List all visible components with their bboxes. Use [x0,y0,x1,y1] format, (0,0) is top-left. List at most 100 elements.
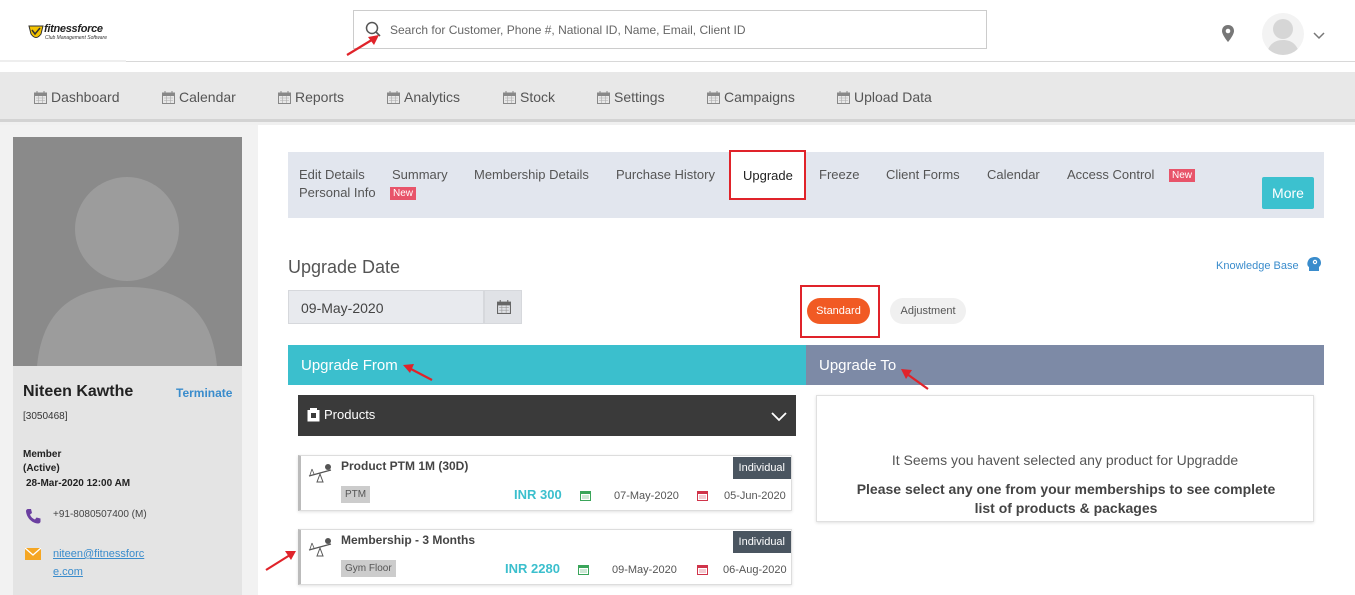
upgrade-date-value: 09-May-2020 [301,300,384,316]
terminate-link[interactable]: Terminate [176,386,232,400]
upgrade-from-item[interactable]: Membership - 3 Months Individual Gym Flo… [298,529,792,585]
tab-personal-info[interactable]: Personal Info [299,185,376,200]
member-status: (Active) [23,463,60,474]
upgrade-date-title: Upgrade Date [288,257,401,277]
calendar-icon [34,90,47,104]
empty-state-instruction: Please select any one from your membersh… [856,481,1276,516]
member-type: Member [23,449,62,460]
tab-membership-details[interactable]: Membership Details [474,167,589,182]
upgrade-from-header: Upgrade From [288,345,806,385]
header-spacer [0,62,1355,72]
calendar-icon [707,90,720,104]
products-label: Products [324,407,376,422]
item-tag: PTM [341,486,371,503]
tab-access-control[interactable]: Access Control [1067,167,1154,182]
calendar-icon [387,90,400,104]
calendar-icon [597,90,610,104]
location-pin-icon[interactable] [1220,24,1236,44]
client-phone: +91-8080507400 (M) [53,509,147,520]
item-end-date: 06-Aug-2020 [723,564,787,576]
nav-stock[interactable]: Stock [503,89,555,105]
start-date-icon [580,491,591,501]
knowledge-base-link[interactable]: Knowledge Base [1216,260,1299,272]
calendar-icon [497,300,511,314]
nav-settings[interactable]: Settings [597,89,665,105]
logo-brand-text: fitnessforce [44,23,103,35]
global-search[interactable] [353,10,987,49]
member-since: 28-Mar-2020 12:00 AM [26,478,131,489]
nav-label: Settings [614,89,665,105]
client-photo[interactable] [13,137,242,366]
end-date-icon [697,491,708,501]
more-button[interactable]: More [1262,177,1314,209]
knowledge-base-icon[interactable] [1306,256,1322,272]
start-date-icon [578,565,589,575]
products-accordion[interactable]: Products [298,395,796,436]
item-type-badge: Individual [732,457,791,479]
upgrade-to-header: Upgrade To [806,345,1324,385]
balance-scale-icon [308,538,332,557]
nav-label: Reports [295,89,345,105]
item-name: Product PTM 1M (30D) [341,459,469,473]
balance-scale-icon [308,464,332,483]
tab-summary[interactable]: Summary [392,167,448,182]
logo-tagline: Club Management Software [45,35,107,41]
item-name: Membership - 3 Months [341,533,476,547]
tab-freeze[interactable]: Freeze [819,167,859,182]
new-badge: New [1169,169,1196,182]
logo-underline [0,60,126,62]
annotation-arrow [265,551,296,571]
nav-analytics[interactable]: Analytics [387,89,460,105]
upgrade-date-input[interactable]: 09-May-2020 [288,290,484,324]
annotation-arrow [346,35,379,56]
client-tabs: Edit Details Personal Info New Summary M… [288,152,1324,218]
adjustment-button[interactable]: Adjustment [890,298,966,324]
calendar-icon [837,90,850,104]
box-icon [307,408,320,422]
client-email-link[interactable]: niteen@fitnessforc [53,548,144,560]
new-badge: New [390,187,417,200]
upgrade-to-empty-state: It Seems you havent selected any product… [816,395,1314,522]
nav-reports[interactable]: Reports [278,89,344,105]
user-avatar[interactable] [1262,13,1304,55]
main-nav: Dashboard Calendar Reports Analytics Sto… [0,72,1355,122]
tab-edit-details[interactable]: Edit Details [299,167,365,182]
search-input[interactable] [390,19,970,41]
chevron-down-icon [771,412,787,422]
upgrade-from-item[interactable]: Product PTM 1M (30D) Individual PTM INR … [298,455,792,511]
annotation-arrow [403,364,433,381]
tab-purchase-history[interactable]: Purchase History [616,167,715,182]
chevron-down-icon[interactable] [1311,27,1327,43]
tab-client-forms[interactable]: Client Forms [886,167,960,182]
nav-label: Dashboard [51,89,120,105]
user-silhouette-icon [37,177,217,366]
nav-dashboard[interactable]: Dashboard [34,89,120,105]
tab-calendar[interactable]: Calendar [987,167,1040,182]
nav-label: Analytics [404,89,461,105]
nav-upload-data[interactable]: Upload Data [837,89,932,105]
item-tag: Gym Floor [341,560,396,577]
nav-campaigns[interactable]: Campaigns [707,89,795,105]
user-silhouette-icon [1266,19,1300,55]
tab-upgrade-label: Upgrade [743,168,793,183]
annotation-arrow [901,369,929,390]
fitnessforce-logo[interactable]: fitnessforce Club Management Software [28,22,108,44]
end-date-icon [697,565,708,575]
item-price: INR 300 [514,487,562,502]
phone-icon [26,509,41,524]
client-email-link-cont[interactable]: e.com [53,566,83,578]
date-picker-button[interactable] [484,290,522,324]
nav-label: Stock [520,89,556,105]
logo-shield-icon [28,25,44,38]
upgrade-from-title: Upgrade From [301,357,398,374]
empty-state-message: It Seems you havent selected any product… [891,452,1239,468]
client-name: Niteen Kawthe [23,383,134,400]
item-start-date: 07-May-2020 [614,490,679,502]
nav-calendar[interactable]: Calendar [162,89,236,105]
mail-icon [25,548,41,560]
nav-label: Calendar [179,89,236,105]
item-price: INR 2280 [505,561,560,576]
calendar-icon [162,90,175,104]
tab-upgrade[interactable]: Upgrade [729,150,806,200]
standard-button[interactable]: Standard [807,298,870,324]
